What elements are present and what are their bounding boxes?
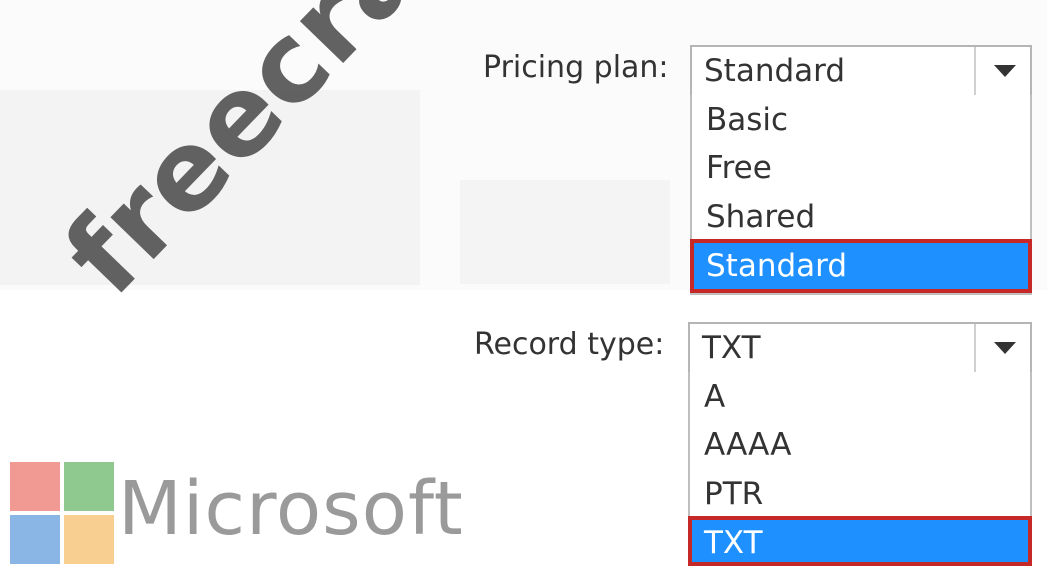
record-type-value: TXT: [702, 330, 761, 366]
microsoft-wordmark: Microsoft: [118, 466, 464, 552]
pricing-plan-options: Basic Free Shared Standard: [690, 95, 1032, 295]
pricing-plan-label: Pricing plan:: [483, 50, 669, 85]
logo-square-green: [64, 462, 114, 511]
record-option-a[interactable]: A: [690, 372, 1030, 422]
pricing-option-standard[interactable]: Standard: [690, 239, 1032, 293]
chevron-down-icon[interactable]: [974, 324, 1030, 372]
logo-square-blue: [10, 515, 60, 564]
record-type-label: Record type:: [474, 327, 665, 362]
pricing-option-basic[interactable]: Basic: [692, 95, 1030, 145]
logo-square-yellow: [64, 515, 114, 564]
chevron-down-icon[interactable]: [974, 47, 1030, 95]
record-option-txt[interactable]: TXT: [688, 516, 1032, 566]
background-panel-mid: [460, 180, 670, 284]
pricing-plan-value: Standard: [704, 53, 846, 89]
record-option-aaaa[interactable]: AAAA: [690, 420, 1030, 470]
record-type-dropdown[interactable]: TXT: [688, 322, 1032, 374]
logo-square-red: [10, 462, 60, 511]
record-option-ptr[interactable]: PTR: [690, 469, 1030, 519]
microsoft-logo-icon: [10, 462, 114, 564]
record-type-options: A AAAA PTR TXT: [688, 372, 1032, 566]
pricing-option-free[interactable]: Free: [692, 143, 1030, 193]
pricing-option-shared[interactable]: Shared: [692, 192, 1030, 242]
pricing-plan-dropdown[interactable]: Standard: [690, 45, 1032, 97]
